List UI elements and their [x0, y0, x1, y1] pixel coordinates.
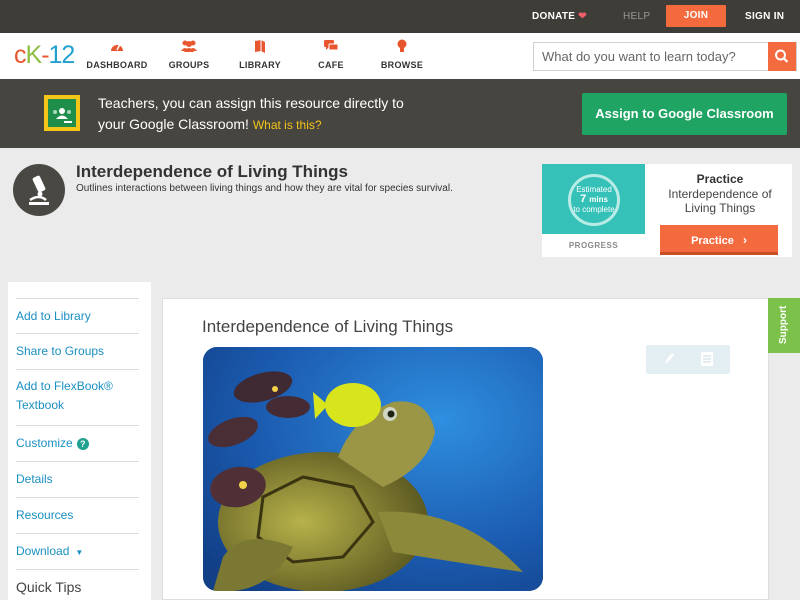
nav-library[interactable]: LIBRARY [225, 39, 295, 70]
nav-cafe[interactable]: CAFE [296, 39, 366, 70]
page-title: Interdependence of Living Things [76, 162, 349, 181]
main-nav: cK-12 DASHBOARD GROUPS LIBRARY CAFE BROW… [0, 33, 800, 79]
content-title: Interdependence of Living Things [202, 317, 454, 336]
sea-turtle-image [203, 347, 543, 591]
top-utility-bar: DONATE ❤ HELP JOIN SIGN IN [0, 0, 800, 33]
help-link[interactable]: HELP [623, 0, 650, 33]
sidebar-item-download[interactable]: Download ▼ [16, 534, 139, 570]
sidebar: Add to Library Share to Groups Add to Fl… [8, 282, 151, 600]
page-description: Outlines interactions between living thi… [76, 183, 453, 194]
search-input[interactable] [542, 43, 764, 70]
heart-icon: ❤ [578, 11, 587, 22]
estimated-time-circle: Estimated 7 mins to complete [568, 174, 620, 226]
cafe-icon [296, 39, 366, 57]
practice-button[interactable]: Practice › [660, 225, 778, 255]
notes-icon[interactable] [700, 351, 714, 372]
search-icon [775, 49, 789, 63]
progress-label: PROGRESS [568, 241, 619, 250]
pencil-icon[interactable] [662, 351, 676, 372]
sidebar-item-share-to-groups[interactable]: Share to Groups [16, 334, 139, 370]
practice-info: Practice Interdependence of Living Thing… [668, 172, 772, 215]
what-is-this-link[interactable]: What is this? [253, 118, 322, 132]
nav-browse[interactable]: BROWSE [367, 39, 437, 70]
quick-tips-heading: Quick Tips [16, 579, 82, 595]
sidebar-item-add-to-flexbook[interactable]: Add to FlexBook® Textbook [16, 370, 139, 426]
library-icon [225, 39, 295, 57]
progress-panel: Estimated 7 mins to complete [542, 164, 645, 234]
practice-card: Estimated 7 mins to complete PROGRESS Pr… [542, 164, 792, 257]
browse-icon [367, 39, 437, 57]
donate-link[interactable]: DONATE ❤ [532, 0, 587, 33]
caret-down-icon: ▼ [75, 548, 84, 557]
help-icon[interactable]: ? [76, 438, 89, 450]
sidebar-item-add-to-library[interactable]: Add to Library [16, 298, 139, 334]
nav-groups[interactable]: GROUPS [154, 39, 224, 70]
chevron-right-icon: › [742, 233, 747, 247]
sidebar-item-resources[interactable]: Resources [16, 498, 139, 534]
assign-to-google-classroom-button[interactable]: Assign to Google Classroom [582, 93, 787, 135]
google-classroom-icon [44, 95, 80, 131]
search-box [533, 42, 797, 71]
sidebar-item-customize[interactable]: Customize? [16, 426, 139, 462]
groups-icon [154, 39, 224, 57]
ck12-logo[interactable]: cK-12 [14, 41, 75, 70]
support-tab[interactable]: Support [768, 298, 800, 353]
banner-message: Teachers, you can assign this resource d… [98, 95, 404, 132]
join-button[interactable]: JOIN [666, 5, 726, 27]
sidebar-item-details[interactable]: Details [16, 462, 139, 498]
dashboard-icon [82, 39, 152, 57]
content-tools [646, 345, 730, 374]
search-button[interactable] [768, 42, 796, 71]
nav-dashboard[interactable]: DASHBOARD [82, 39, 152, 70]
sign-in-link[interactable]: SIGN IN [745, 0, 784, 33]
microscope-icon [13, 164, 65, 216]
